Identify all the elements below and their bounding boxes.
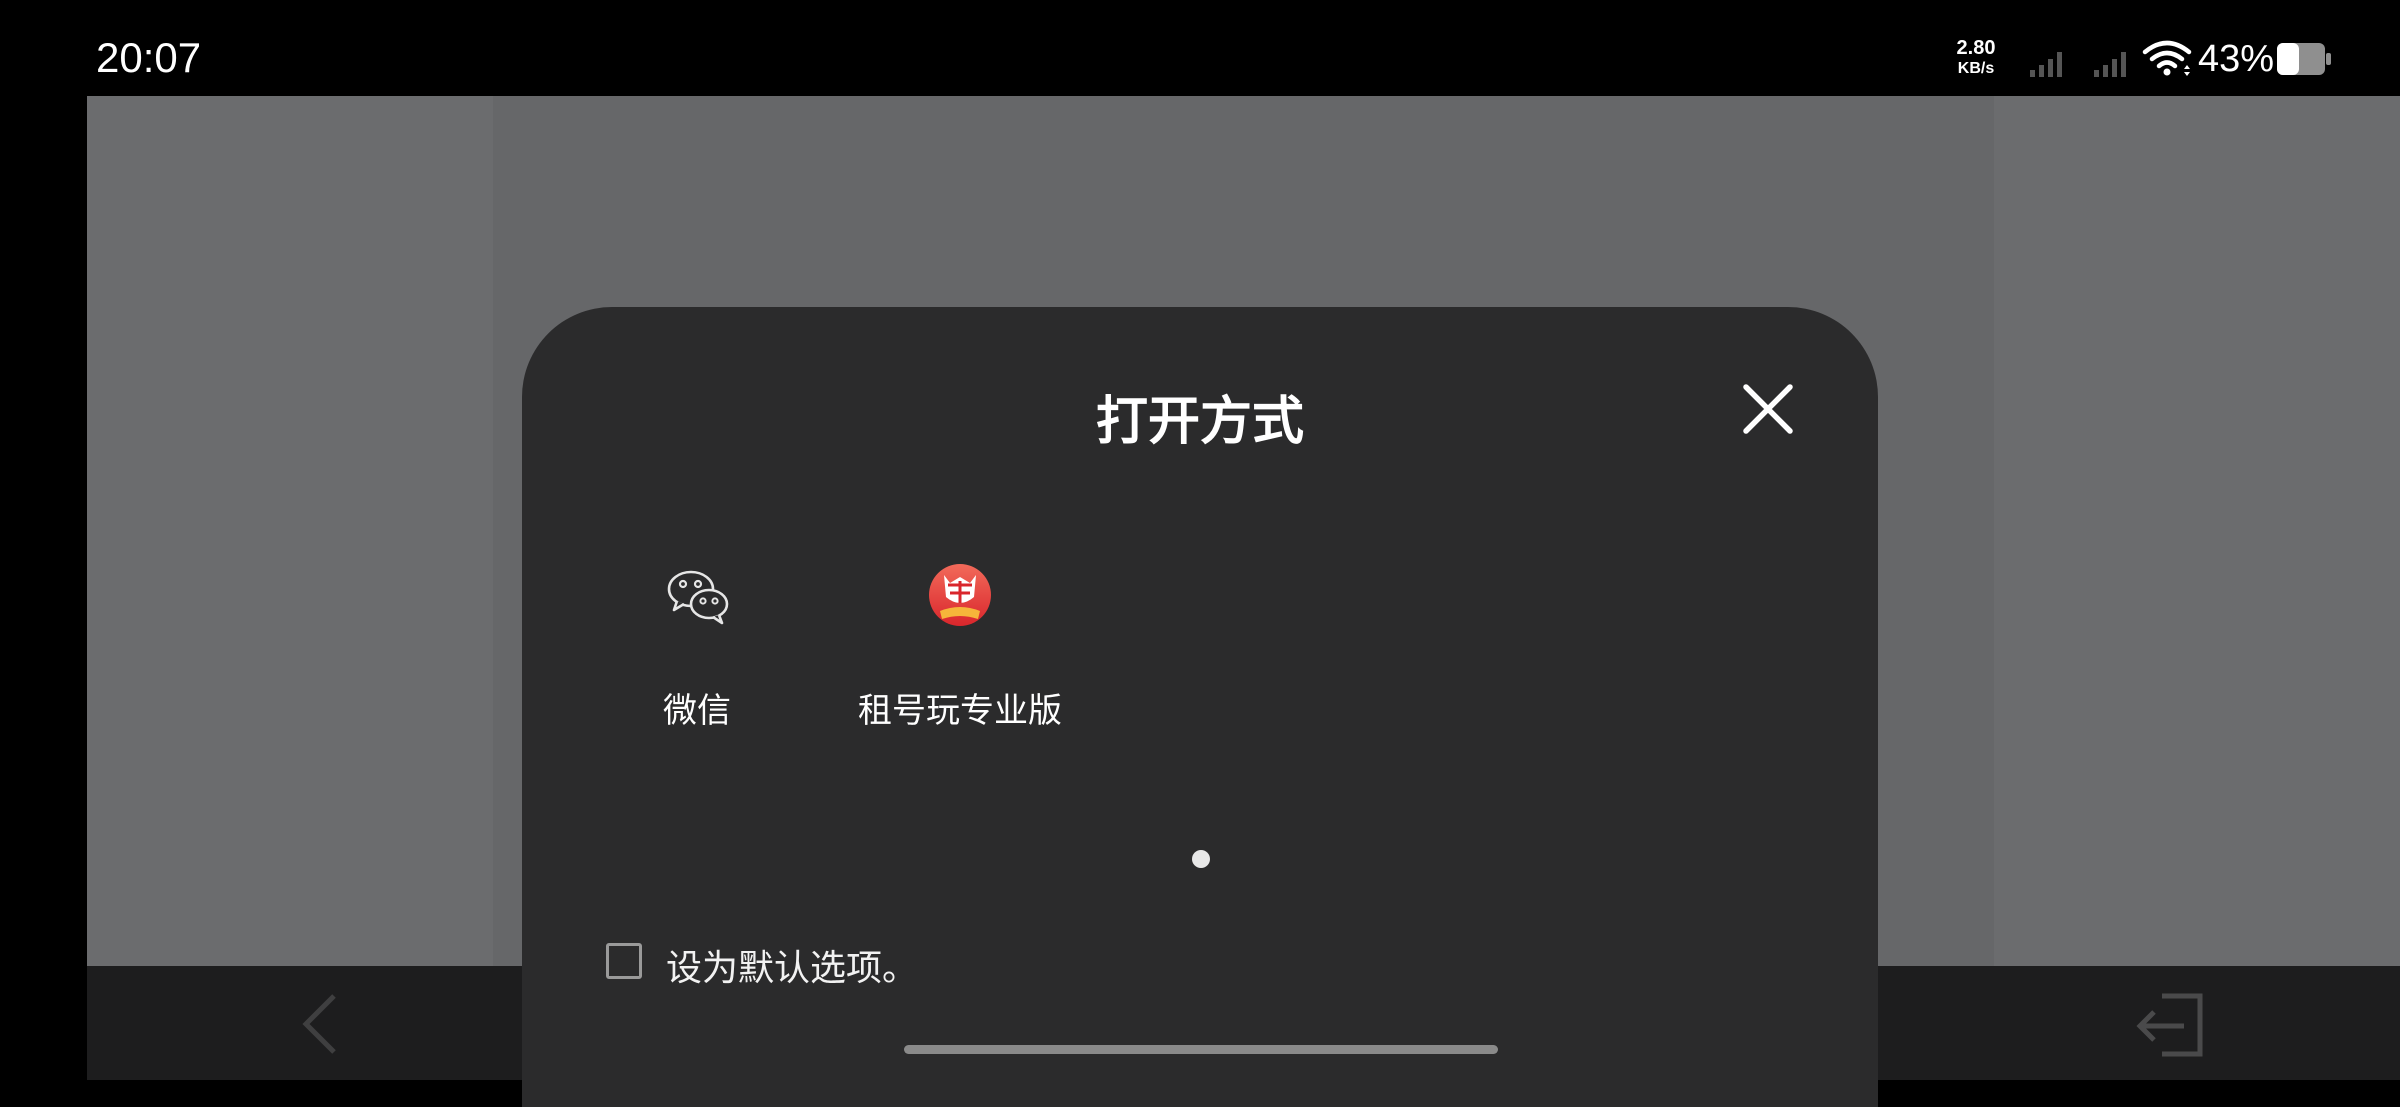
status-bar: 20:07 2.80 KB/s 43% (0, 0, 2400, 96)
set-default-checkbox[interactable] (606, 943, 642, 979)
network-speed: 2.80 KB/s (1948, 38, 2004, 77)
set-default-label[interactable]: 设为默认选项。 (666, 939, 918, 991)
zuhaowan-app-icon (929, 564, 991, 626)
wechat-icon (667, 570, 729, 625)
signal-sim1-icon (2030, 52, 2062, 77)
app-option-wechat[interactable]: 微信 (567, 563, 827, 732)
close-icon[interactable] (1740, 381, 1796, 437)
network-speed-unit: KB/s (1957, 60, 1995, 77)
exit-icon[interactable] (2132, 990, 2206, 1060)
signal-sim2-icon (2094, 52, 2126, 77)
app-label-wechat: 微信 (663, 691, 731, 731)
home-indicator[interactable] (904, 1045, 1498, 1054)
dialog-title: 打开方式 (1095, 392, 1304, 452)
network-speed-value: 2.80 (1956, 37, 1996, 59)
app-option-zuhaowan[interactable]: 租号玩专业版 (830, 563, 1090, 732)
open-with-sheet: 打开方式 微信 租号玩专业版 设为默认选项。 (522, 307, 1878, 1107)
wifi-icon (2142, 40, 2192, 76)
background-right-panel (1994, 96, 2400, 966)
status-time: 20:07 (96, 34, 202, 81)
background-left-panel (87, 96, 493, 966)
battery-icon (2277, 43, 2331, 75)
app-label-zuhaowan: 租号玩专业版 (858, 691, 1062, 731)
battery-percent: 43% (2198, 38, 2275, 80)
page-indicator-dot (1192, 850, 1210, 868)
back-arrow-icon[interactable] (298, 992, 342, 1056)
